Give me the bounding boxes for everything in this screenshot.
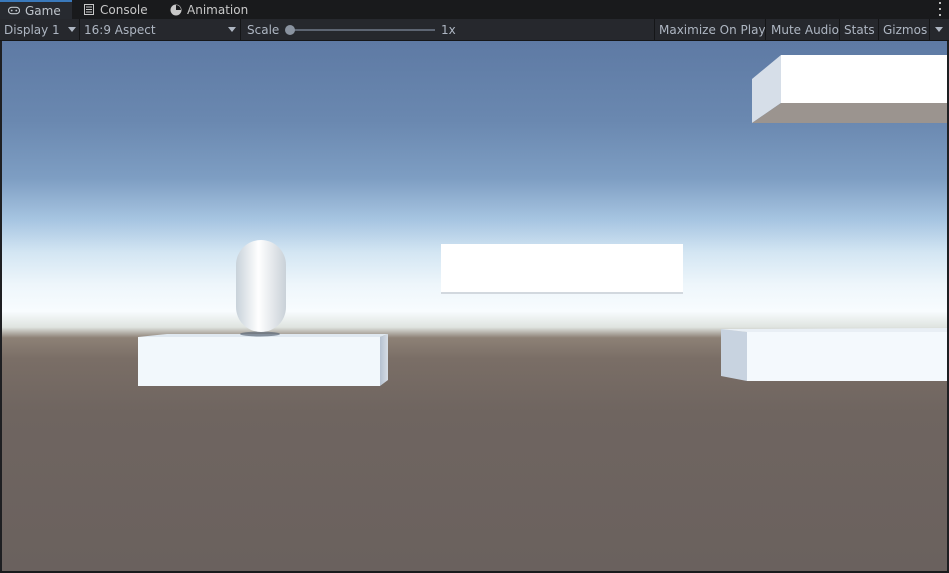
platform-bottom-face: [752, 103, 947, 123]
divider: [839, 19, 840, 40]
divider: [79, 19, 80, 40]
chevron-down-icon: [68, 27, 76, 32]
player-capsule: [236, 240, 286, 337]
unity-game-view: Game Console Animation Display 1 16:9 As…: [0, 0, 949, 573]
console-icon: [83, 4, 95, 16]
tab-game[interactable]: Game: [0, 0, 72, 19]
display-dropdown[interactable]: Display 1: [4, 19, 60, 40]
start-platform: [138, 334, 388, 386]
scale-value-text: 1x: [441, 22, 456, 37]
animation-icon: [170, 4, 182, 16]
platform-front-face: [747, 332, 947, 381]
tab-animation-label: Animation: [187, 2, 249, 17]
platform-side-face: [721, 329, 747, 381]
gizmos-label: Gizmos: [883, 22, 928, 37]
scale-label: Scale: [247, 19, 279, 40]
tab-bar: Game Console Animation: [0, 0, 949, 19]
tab-console-label: Console: [100, 2, 148, 17]
stats-button[interactable]: Stats: [844, 19, 875, 40]
game-toolbar: Display 1 16:9 Aspect Scale 1x Maximize …: [0, 19, 949, 41]
gamepad-icon: [8, 5, 20, 17]
top-right-platform: [752, 55, 947, 123]
mute-audio-label: Mute Audio: [771, 22, 839, 37]
mute-audio-button[interactable]: Mute Audio: [771, 19, 839, 40]
scale-value: 1x: [441, 19, 456, 40]
scale-slider-handle[interactable]: [285, 25, 295, 35]
gizmos-dropdown-chevron-icon[interactable]: [935, 27, 943, 32]
platform-side-face: [380, 334, 388, 386]
divider: [929, 19, 930, 40]
aspect-dropdown-label: 16:9 Aspect: [84, 22, 156, 37]
stats-label: Stats: [844, 22, 875, 37]
divider: [765, 19, 766, 40]
maximize-on-play-label: Maximize On Play: [659, 22, 766, 37]
gizmos-button[interactable]: Gizmos: [883, 19, 927, 40]
platform-front-face: [441, 244, 683, 293]
capsule-body: [236, 240, 286, 332]
right-platform: [721, 328, 947, 381]
tab-console[interactable]: Console: [75, 0, 156, 19]
platform-top-face: [721, 328, 947, 332]
display-dropdown-label: Display 1: [4, 22, 60, 37]
scale-label-text: Scale: [247, 22, 280, 37]
more-options-icon[interactable]: [937, 2, 943, 16]
platform-front-face: [138, 337, 380, 386]
divider: [240, 19, 241, 40]
aspect-dropdown[interactable]: 16:9 Aspect: [84, 19, 156, 40]
divider: [878, 19, 879, 40]
chevron-down-icon: [228, 27, 236, 32]
tab-game-label: Game: [25, 3, 61, 18]
divider: [654, 19, 655, 40]
platform-front-face: [781, 55, 947, 103]
floating-platform: [441, 244, 683, 294]
scale-slider-track[interactable]: [289, 29, 435, 31]
tab-animation[interactable]: Animation: [162, 0, 256, 19]
platform-edge: [441, 292, 683, 294]
capsule-shadow: [240, 331, 280, 337]
game-viewport[interactable]: [2, 41, 947, 571]
maximize-on-play-button[interactable]: Maximize On Play: [659, 19, 766, 40]
